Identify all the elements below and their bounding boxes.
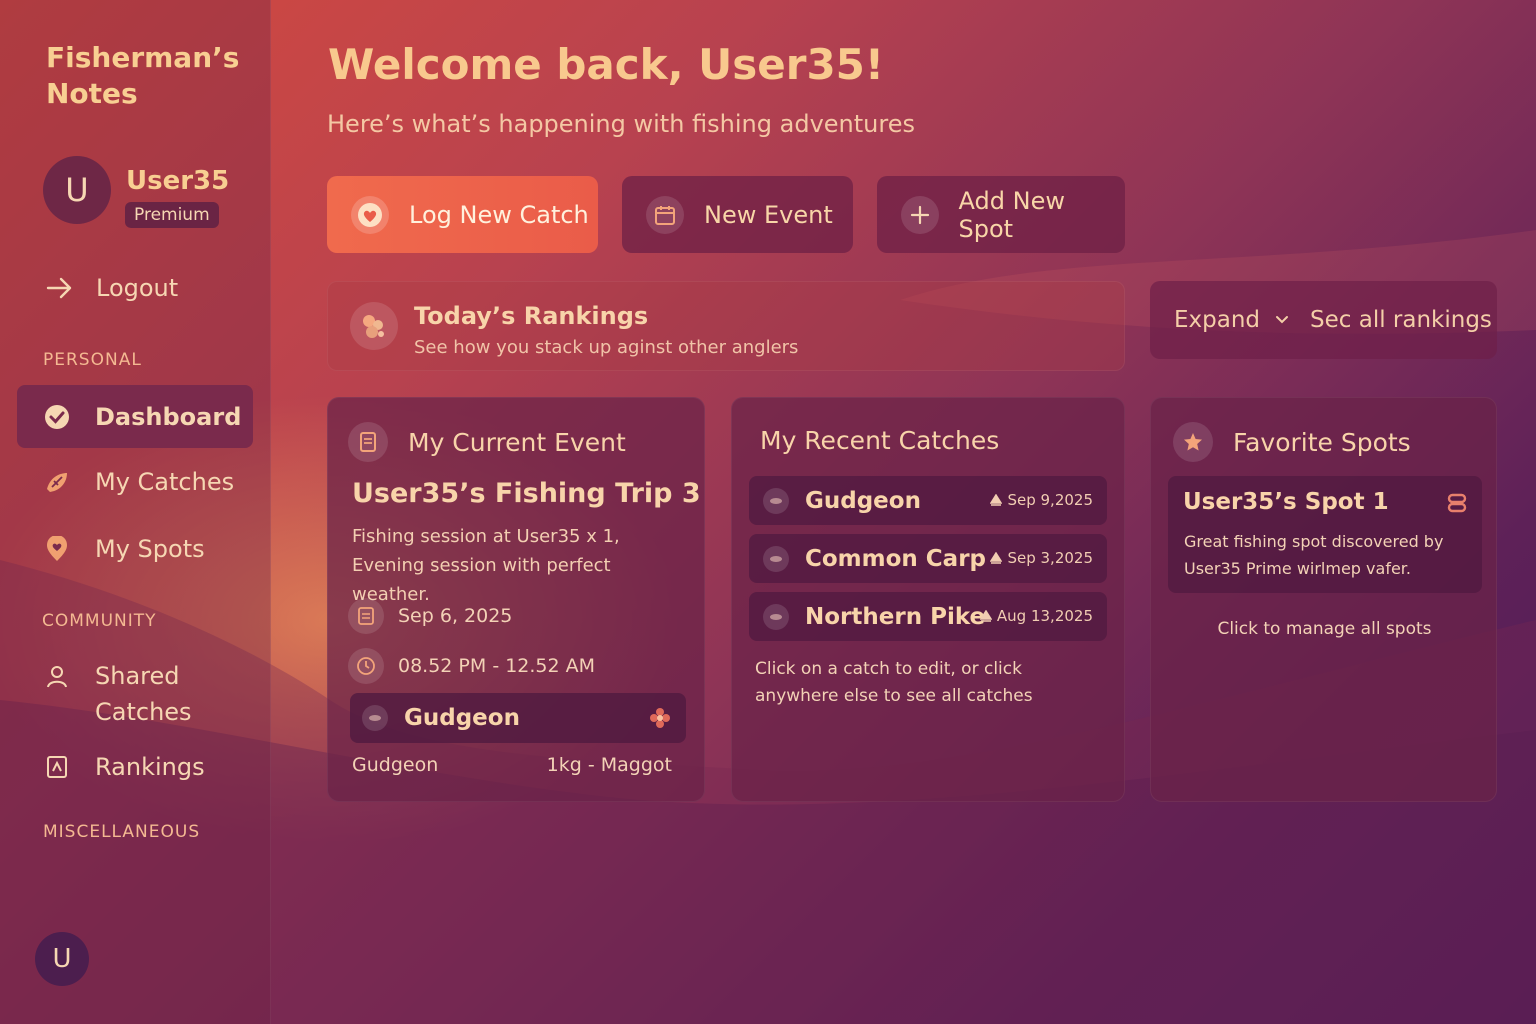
calendar-icon [348,598,384,634]
add-new-spot-label: Add New Spot [958,186,1065,243]
spot-description: Great fishing spot discovered by User35 … [1184,532,1444,578]
scale-icon [990,552,1003,564]
section-personal: PERSONAL [43,350,142,370]
catch-date: Aug 13,2025 [996,607,1093,625]
manage-spots-link[interactable]: Click to manage all spots [1151,619,1498,639]
event-date-row: Sep 6, 2025 [348,598,512,634]
current-event-header: My Current Event [348,422,626,462]
event-description: Fishing session at User35 x 1, Evening s… [352,526,620,605]
app-brand: Fisherman’s Notes [46,41,240,110]
scale-icon [979,610,992,622]
sidebar-item-label: Shared Catches [95,662,192,726]
dashboard-icon [44,404,70,430]
event-catch-name: Gudgeon [404,705,520,731]
recent-catches-heading: My Recent Catches [760,426,1000,455]
see-all-rankings-link[interactable]: Sec all rankings [1310,307,1492,333]
sidebar: Fisherman’s Notes U User35 Premium Logou… [0,0,271,1024]
scale-icon [990,494,1003,506]
rankings-subtitle: See how you stack up aginst other angler… [414,337,799,358]
catches-hint: Click on a catch to edit, or click anywh… [755,659,1033,706]
spot-title: User35’s Spot 1 [1183,489,1389,515]
heart-icon [351,195,389,234]
event-title: User35’s Fishing Trip 3 [352,478,701,509]
flower-icon [650,708,670,728]
rankings-controls: Expand Sec all rankings [1150,281,1497,359]
heart-pin-icon [44,535,70,562]
current-event-heading: My Current Event [408,427,626,457]
catch-row[interactable]: Gudgeon Sep 9,2025 [749,476,1107,525]
sidebar-item-shared-catches[interactable]: Shared Catches [17,650,253,730]
sidebar-item-my-catches[interactable]: My Catches [17,450,253,513]
sidebar-item-rankings[interactable]: Rankings [17,735,253,798]
catch-name: Common Carp [805,545,987,572]
logout-button[interactable]: Logout [46,274,178,302]
fish-icon [763,545,789,572]
catch-name: Gudgeon [805,487,921,514]
catch-date-wrap: Sep 9,2025 [990,491,1093,509]
rankings-title: Today’s Rankings [414,302,649,330]
ranking-badges-icon [350,302,398,350]
expand-button[interactable]: Expand [1174,307,1260,333]
link-icon [1447,493,1467,513]
event-time: 08.52 PM - 12.52 AM [398,655,596,677]
catch-date-wrap: Sep 3,2025 [990,549,1093,567]
sidebar-item-label: Dashboard [95,402,242,431]
document-icon [348,422,388,462]
user-name: User35 [126,166,230,196]
event-date: Sep 6, 2025 [398,605,513,627]
sidebar-item-label: My Spots [95,534,205,563]
logout-label: Logout [96,274,179,302]
recent-catches-card[interactable]: My Recent Catches Gudgeon Sep 9,2025 Com… [731,397,1125,802]
account-avatar[interactable]: U [35,932,89,986]
new-event-label: New Event [704,200,833,229]
page-title: Welcome back, User35! [328,40,885,89]
catch-date: Sep 3,2025 [1007,549,1093,567]
fish-icon [763,603,789,630]
rankings-banner[interactable]: Today’s Rankings See how you stack up ag… [327,281,1125,371]
event-catch-species: Gudgeon [352,754,439,776]
log-new-catch-button[interactable]: Log New Catch [327,176,598,253]
sidebar-item-label: Rankings [95,752,205,781]
star-icon [1173,422,1213,462]
catch-row[interactable]: Common Carp Sep 3,2025 [749,534,1107,583]
fish-icon [763,487,789,514]
section-miscellaneous: MISCELLANEOUS [43,822,201,842]
catch-row[interactable]: Northern Pike Aug 13,2025 [749,592,1107,641]
event-catch-detail: 1kg - Maggot [546,754,672,776]
favorite-spots-card[interactable]: Favorite Spots User35’s Spot 1 Great fis… [1150,397,1497,802]
spot-item[interactable]: User35’s Spot 1 Great fishing spot disco… [1168,476,1482,593]
page-subtitle: Here’s what’s happening with fishing adv… [327,110,915,138]
user-icon [44,664,70,690]
trophy-icon [44,754,70,780]
plus-icon [901,195,939,234]
favorite-spots-heading: Favorite Spots [1233,427,1411,457]
current-event-card[interactable]: My Current Event User35’s Fishing Trip 3… [327,397,705,802]
user-avatar[interactable]: U [43,156,111,224]
add-new-spot-button[interactable]: Add New Spot [877,176,1125,253]
sidebar-item-label: My Catches [95,467,235,496]
event-time-row: 08.52 PM - 12.52 AM [348,648,595,684]
clock-icon [348,648,384,684]
calendar-icon [646,195,684,234]
catch-date-wrap: Aug 13,2025 [979,607,1093,625]
fish-icon [362,705,388,731]
new-event-button[interactable]: New Event [622,176,853,253]
log-new-catch-label: Log New Catch [409,200,589,229]
favorite-spots-header: Favorite Spots [1173,422,1411,462]
event-catch-item[interactable]: Gudgeon [350,693,686,743]
chevron-down-icon[interactable] [1274,314,1290,326]
catch-date: Sep 9,2025 [1007,491,1093,509]
sidebar-item-my-spots[interactable]: My Spots [17,517,253,580]
fish-icon [44,469,70,495]
catch-name: Northern Pike [805,603,986,630]
arrow-right-icon [46,277,72,299]
sidebar-item-dashboard[interactable]: Dashboard [17,385,253,448]
premium-badge: Premium [125,202,219,228]
section-community: COMMUNITY [42,611,157,631]
